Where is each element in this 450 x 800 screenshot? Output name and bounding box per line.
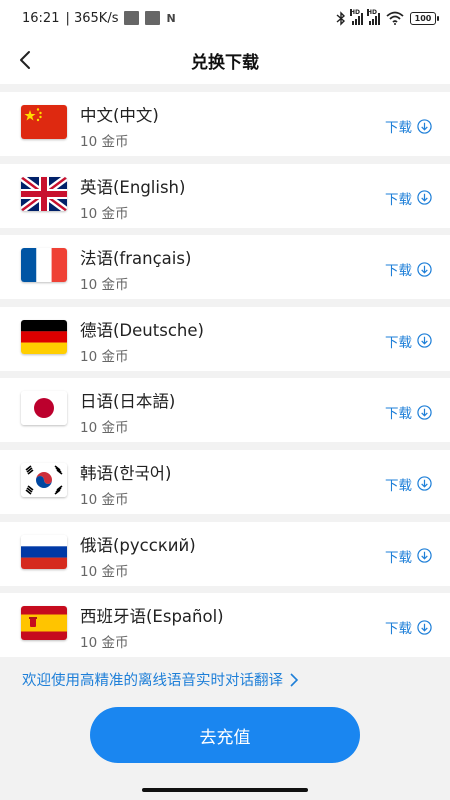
download-label: 下载 [385, 406, 412, 423]
language-name: 俄语(русский) [80, 535, 196, 555]
download-button[interactable]: 下载 [385, 331, 432, 351]
list-item: 日语(日本語) 10 金币 下载 [0, 378, 450, 443]
status-speed: | 365K/s [65, 10, 119, 26]
japan-flag-icon [21, 391, 67, 426]
download-label: 下载 [385, 477, 412, 494]
promo-text: 欢迎使用高精准的离线语音实时对话翻译 [22, 673, 283, 689]
notification-square-icon [145, 11, 161, 25]
download-button[interactable]: 下载 [385, 259, 432, 279]
status-time: 16:21 [22, 10, 60, 26]
list-item: 英语(English) 10 金币 下载 [0, 163, 450, 228]
language-name: 法语(français) [80, 249, 192, 269]
list-item: 韩语(한국어) 10 金币 下载 [0, 449, 450, 514]
korea-flag-icon [21, 462, 67, 497]
wifi-icon [386, 11, 404, 25]
download-label: 下载 [385, 191, 412, 208]
language-name: 韩语(한국어) [80, 463, 172, 483]
download-label: 下载 [385, 334, 412, 351]
chevron-left-icon [20, 51, 30, 69]
language-name: 日语(日本語) [80, 392, 176, 412]
download-label: 下载 [385, 263, 412, 280]
download-button[interactable]: 下载 [385, 402, 432, 422]
language-cost: 10 金币 [80, 420, 129, 437]
download-button[interactable]: 下载 [385, 546, 432, 566]
language-cost: 10 金币 [80, 134, 129, 150]
france-flag-icon [21, 248, 67, 283]
language-name: 英语(English) [80, 177, 186, 197]
chevron-right-icon [290, 672, 299, 687]
download-circle-icon [417, 548, 432, 563]
download-circle-icon [417, 262, 432, 277]
download-circle-icon [417, 619, 432, 635]
download-label: 下载 [385, 621, 412, 638]
list-item: 法语(français) 10 金币 下载 [0, 235, 450, 300]
download-label: 下载 [385, 120, 412, 136]
list-item: 俄语(русский) 10 金币 下载 [0, 521, 450, 586]
download-button[interactable]: 下载 [385, 116, 432, 136]
home-indicator[interactable] [142, 788, 308, 792]
language-cost: 10 金币 [80, 491, 129, 508]
uk-flag-icon [21, 176, 67, 211]
language-cost: 10 金币 [80, 348, 129, 365]
signal-hd-icon: HD [367, 8, 380, 25]
china-flag-icon [21, 105, 67, 139]
recharge-button[interactable]: 去充值 [90, 707, 360, 763]
language-list: 中文(中文) 10 金币 下载 英语(English) 10 金币 下载 法语(… [0, 92, 450, 665]
language-cost: 10 金币 [80, 563, 129, 580]
back-button[interactable] [14, 46, 38, 74]
promo-link[interactable]: 欢迎使用高精准的离线语音实时对话翻译 [22, 669, 299, 690]
download-label: 下载 [385, 549, 412, 566]
list-item: 西班牙语(Español) 10 金币 下载 [0, 593, 450, 658]
download-button[interactable]: 下载 [385, 617, 432, 637]
battery-level: 100 [414, 13, 432, 23]
download-button[interactable]: 下载 [385, 188, 432, 208]
signal-hd-icon: HD [350, 8, 363, 25]
download-circle-icon [417, 118, 432, 134]
language-cost: 10 金币 [80, 635, 129, 652]
list-item: 中文(中文) 10 金币 下载 [0, 92, 450, 156]
download-button[interactable]: 下载 [385, 474, 432, 494]
notification-square-icon [124, 11, 140, 25]
status-right: HD HD 100 [336, 8, 439, 26]
status-bar: 16:21 | 365K/s N HD HD 100 [0, 0, 450, 36]
language-name: 德语(Deutsche) [80, 320, 204, 340]
page-title: 兑换下载 [191, 52, 259, 73]
russia-flag-icon [21, 534, 67, 569]
download-circle-icon [417, 405, 432, 420]
status-left: 16:21 | 365K/s N [22, 11, 176, 26]
language-name: 西班牙语(Español) [80, 607, 224, 627]
bluetooth-icon [336, 10, 346, 26]
download-circle-icon [417, 333, 432, 348]
header: 兑换下载 [0, 36, 450, 84]
download-circle-icon [417, 190, 432, 205]
recharge-label: 去充值 [199, 727, 251, 748]
list-item: 德语(Deutsche) 10 金币 下载 [0, 306, 450, 371]
language-cost: 10 金币 [80, 205, 129, 222]
language-cost: 10 金币 [80, 277, 129, 294]
language-name: 中文(中文) [80, 106, 159, 125]
download-circle-icon [417, 476, 432, 492]
battery-icon: 100 [410, 11, 439, 25]
nfc-icon: N [166, 11, 176, 25]
germany-flag-icon [21, 319, 67, 354]
spain-flag-icon [21, 606, 67, 641]
